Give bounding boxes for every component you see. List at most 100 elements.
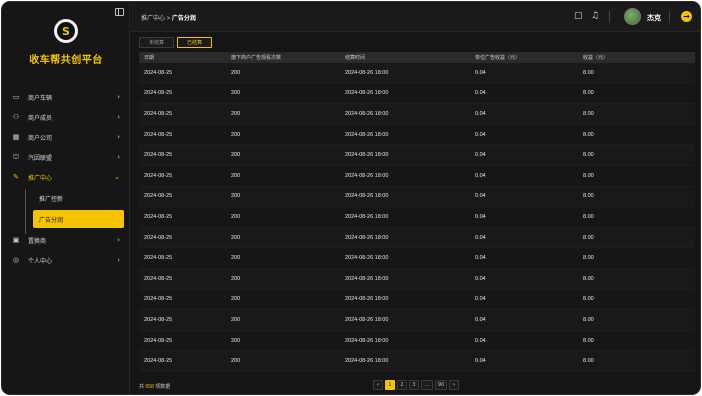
brand-logo: S — [54, 19, 78, 43]
record-count-prefix: 共 — [139, 384, 145, 390]
table-cell: 200 — [231, 193, 241, 200]
username[interactable]: 杰克 — [647, 13, 661, 23]
alliance-icon: ⛫ — [12, 153, 20, 161]
table-cell: 8.00 — [583, 337, 594, 344]
logo-mark-icon: S — [57, 22, 75, 40]
table-cell: 2024-08-25 — [144, 255, 173, 262]
table-cell: 8.00 — [583, 69, 594, 76]
bell-icon[interactable]: ♫ — [591, 12, 599, 21]
sidebar-item[interactable]: ⛫ 汽因联盟 › — [2, 148, 130, 166]
tab-unsettled[interactable]: 未结算 — [139, 37, 175, 48]
table-cell: 8.00 — [583, 296, 594, 303]
table-row[interactable]: 2024-08-25 200 2024-08-26 18:00 0.04 8.00 — [139, 310, 695, 331]
table-cell: 2024-08-26 18:00 — [345, 193, 389, 200]
table-cell: 0.04 — [475, 213, 486, 220]
sidebar-item[interactable]: ▭ 商户车辆 › — [2, 88, 130, 106]
record-count: 共 658 项数据 — [139, 383, 170, 390]
table-row[interactable]: 2024-08-25 200 2024-08-26 18:00 0.04 8.00 — [139, 330, 695, 352]
table-cell: 0.04 — [475, 110, 486, 117]
sidebar-item[interactable]: ◎ 个人中心 › — [2, 251, 130, 269]
table-cell: 2024-08-26 18:00 — [345, 69, 389, 76]
table-cell: 0.04 — [475, 152, 486, 159]
table-cell: 8.00 — [583, 255, 594, 262]
column-header: 旗下商户广告观看次数 — [231, 55, 282, 61]
table-cell: 0.04 — [475, 131, 486, 138]
promo-icon: ✎ — [13, 173, 19, 181]
table-row[interactable]: 2024-08-25 200 2024-08-26 18:00 0.04 8.00 — [139, 83, 695, 105]
logout-icon[interactable]: → — [681, 11, 692, 22]
table-cell: 2024-08-25 — [144, 69, 173, 76]
table-cell: 200 — [231, 213, 241, 220]
table-cell: 2024-08-25 — [144, 234, 173, 241]
table-row[interactable]: 2024-08-25 200 2024-08-26 18:00 0.04 8.00 — [139, 207, 695, 228]
table-cell: 200 — [231, 275, 241, 282]
sidebar: S 收车帮共创平台 ▭ 商户车辆 › ⚇ 商户成员 › ▦ 商户公司 › ⛫ 汽因联盟 › ✎ 推广中心 ⌄… — [2, 2, 130, 394]
car-icon: ▭ — [12, 93, 20, 101]
page-button[interactable]: 2 — [397, 380, 407, 390]
table-cell: 2024-08-26 18:00 — [345, 152, 389, 159]
exchange-icon: ▣ — [12, 236, 20, 244]
table-cell: 8.00 — [583, 172, 594, 179]
sidebar-collapse-icon[interactable] — [115, 8, 124, 16]
table-row[interactable]: 2024-08-25 200 2024-08-26 18:00 0.04 8.00 — [139, 63, 695, 84]
user-center-icon: ◎ — [12, 256, 20, 264]
avatar[interactable] — [624, 8, 641, 25]
breadcrumb-separator: > — [166, 16, 171, 22]
page-button[interactable]: 3 — [409, 380, 419, 390]
sidebar-nav: ▭ 商户车辆 › ⚇ 商户成员 › ▦ 商户公司 › ⛫ 汽因联盟 › ✎ 推广中心 ⌄ 推广控新 广告分润 ▣ 置… — [2, 88, 130, 271]
breadcrumb-parent[interactable]: 推广中心 — [141, 16, 165, 22]
tab-settled[interactable]: 已结算 — [177, 37, 213, 48]
table-cell: 0.04 — [475, 296, 486, 303]
table-row[interactable]: 2024-08-25 200 2024-08-26 18:00 0.04 8.00 — [139, 124, 695, 146]
sidebar-item[interactable]: ▣ 置换商 › — [2, 231, 130, 249]
table-row[interactable]: 2024-08-25 200 2024-08-26 18:00 0.04 8.00 — [139, 227, 695, 249]
table-cell: 2024-08-25 — [144, 172, 173, 179]
next-page-button[interactable]: › — [449, 380, 459, 390]
table-cell: 0.04 — [475, 358, 486, 365]
table-header: 日期 旗下商户广告观看次数 结算时间 单位广告收益（元） 收益（元） — [139, 52, 695, 63]
sidebar-subitem[interactable]: 广告分润 — [25, 210, 124, 234]
table-row[interactable]: 2024-08-25 200 2024-08-26 18:00 0.04 8.00 — [139, 145, 695, 166]
table-row[interactable]: 2024-08-25 200 2024-08-26 18:00 0.04 8.00 — [139, 186, 695, 208]
table-cell: 2024-08-26 18:00 — [345, 172, 389, 179]
table-cell: 2024-08-26 18:00 — [345, 90, 389, 97]
sidebar-item[interactable]: ✎ 推广中心 ⌄ — [2, 168, 130, 186]
table-cell: 8.00 — [583, 316, 594, 323]
table-cell: 200 — [231, 358, 241, 365]
table-cell: 2024-08-26 18:00 — [345, 275, 389, 282]
table-cell: 200 — [231, 110, 241, 117]
table-cell: 0.04 — [475, 234, 486, 241]
sidebar-item-label: 个人中心 — [28, 258, 53, 265]
prev-page-button[interactable]: ‹ — [373, 380, 383, 390]
table-cell: 8.00 — [583, 110, 594, 117]
table-cell: 0.04 — [475, 69, 486, 76]
table-cell: 200 — [231, 152, 241, 159]
table-cell: 8.00 — [583, 131, 594, 138]
sidebar-item[interactable]: ▦ 商户公司 › — [2, 128, 130, 146]
table-row[interactable]: 2024-08-25 200 2024-08-26 18:00 0.04 8.00 — [139, 165, 695, 187]
table-cell: 2024-08-26 18:00 — [345, 316, 389, 323]
table-cell: 0.04 — [475, 337, 486, 344]
page-button[interactable]: 1 — [385, 380, 395, 390]
table-cell: 2024-08-25 — [144, 296, 173, 303]
table-row[interactable]: 2024-08-25 200 2024-08-26 18:00 0.04 8.00 — [139, 351, 695, 372]
app-window: S 收车帮共创平台 ▭ 商户车辆 › ⚇ 商户成员 › ▦ 商户公司 › ⛫ 汽因联盟 › ✎ 推广中心 ⌄… — [1, 1, 701, 395]
table-cell: 200 — [231, 90, 241, 97]
revenue-table: 日期 旗下商户广告观看次数 结算时间 单位广告收益（元） 收益（元） 2024-08-2… — [139, 52, 695, 372]
sidebar-item-label: 推广中心 — [28, 175, 53, 182]
table-row[interactable]: 2024-08-25 200 2024-08-26 18:00 0.04 8.00 — [139, 104, 695, 125]
sidebar-subitem[interactable]: 推广控新 — [25, 189, 124, 213]
table-cell: 200 — [231, 172, 241, 179]
table-row[interactable]: 2024-08-25 200 2024-08-26 18:00 0.04 8.00 — [139, 289, 695, 311]
sidebar-item[interactable]: ⚇ 商户成员 › — [2, 108, 130, 126]
table-row[interactable]: 2024-08-25 200 2024-08-26 18:00 0.04 8.00 — [139, 268, 695, 290]
table-cell: 2024-08-25 — [144, 213, 173, 220]
breadcrumb-current: 广告分润 — [171, 16, 196, 22]
message-icon[interactable]: ▢ — [574, 12, 583, 21]
breadcrumb: 推广中心 > 广告分润 — [141, 13, 196, 22]
table-cell: 2024-08-26 18:00 — [345, 110, 389, 117]
page-button[interactable]: 90 — [435, 380, 447, 390]
table-cell: 0.04 — [475, 275, 486, 282]
table-row[interactable]: 2024-08-25 200 2024-08-26 18:00 0.04 8.00 — [139, 248, 695, 269]
page-button[interactable]: ... — [421, 380, 433, 390]
